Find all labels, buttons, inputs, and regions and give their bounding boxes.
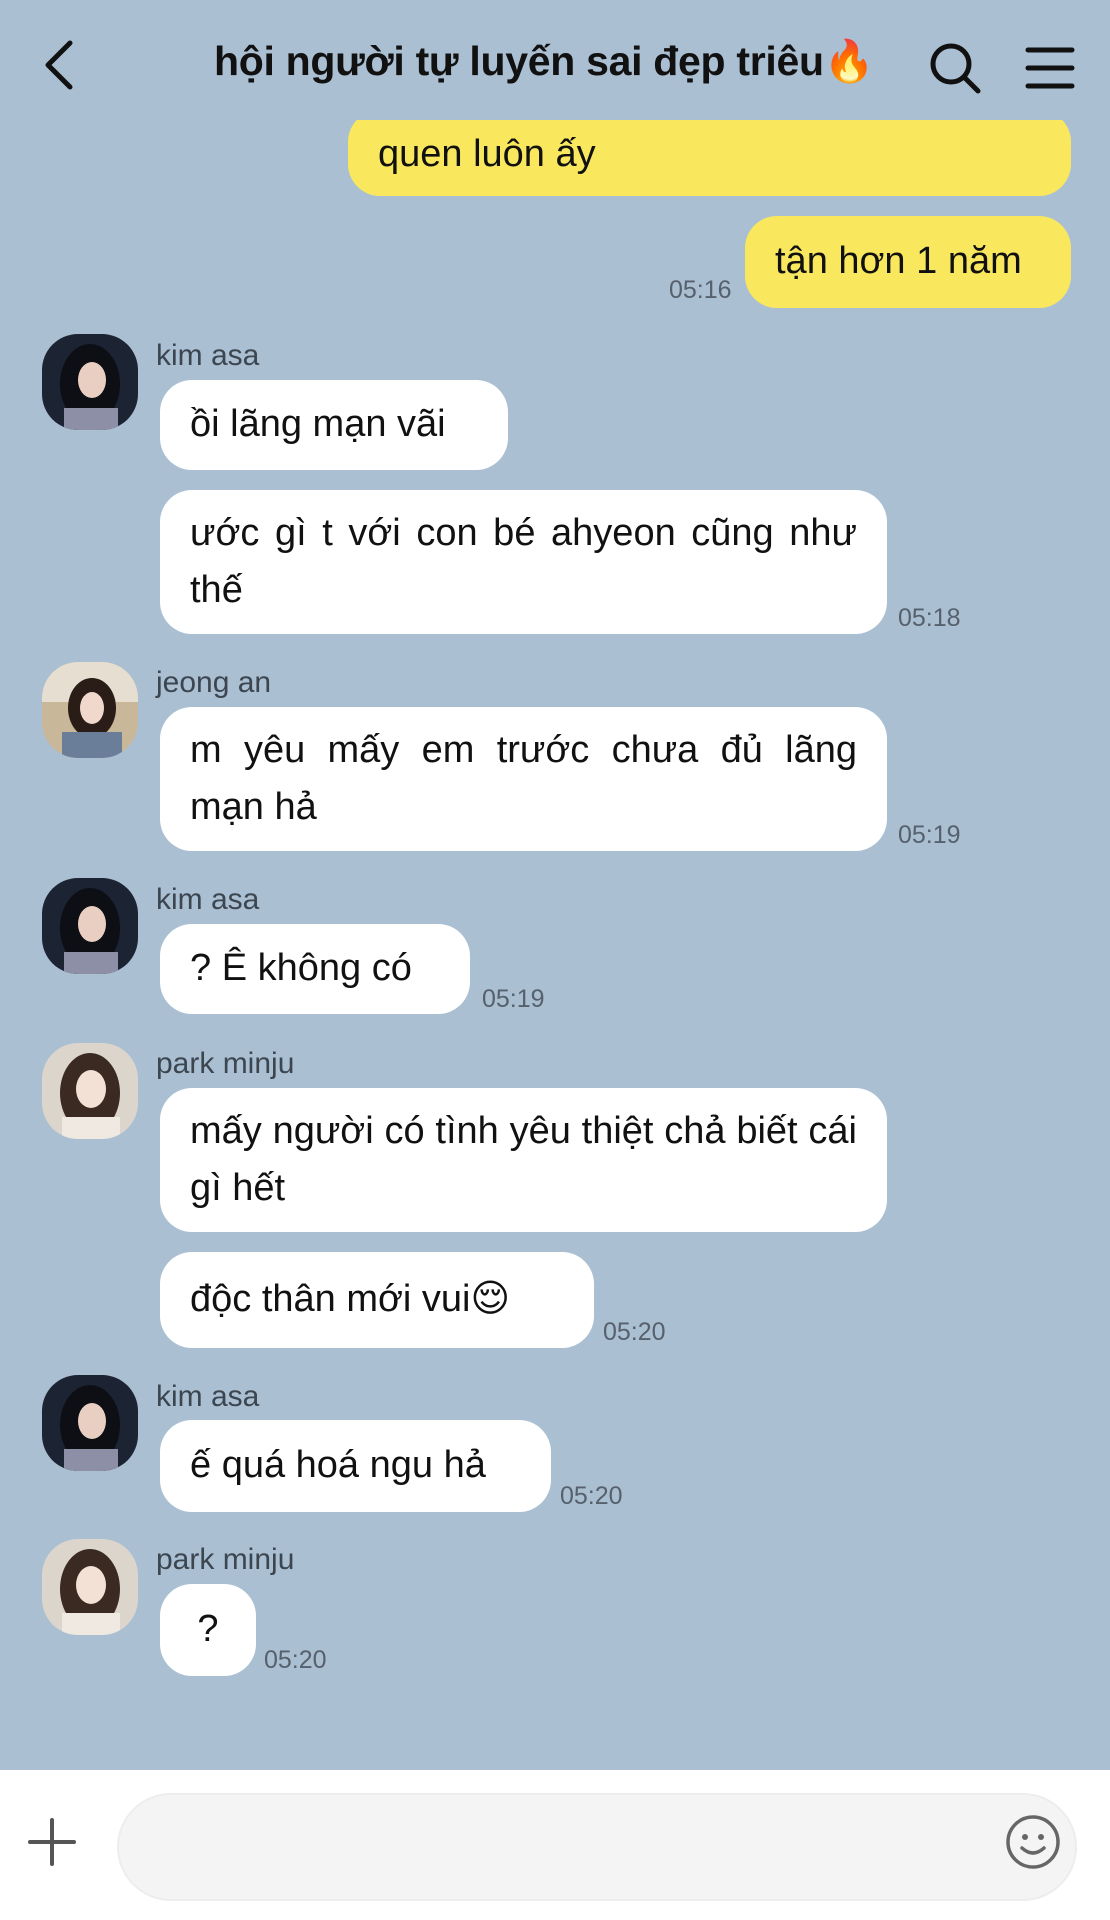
message-text: độc thân mới vui😌 <box>190 1278 511 1320</box>
message-text: ế quá hoá ngu hả <box>190 1444 486 1486</box>
menu-button[interactable] <box>1020 40 1080 96</box>
my-message-bubble[interactable]: tận hơn 1 năm <box>745 216 1071 308</box>
sender-name: kim asa <box>156 883 260 916</box>
smiley-icon <box>1006 1815 1060 1869</box>
chat-header: hội người tự luyến sai đẹp triêu🔥 <box>0 0 1110 120</box>
hamburger-menu-icon <box>1025 47 1075 89</box>
back-button[interactable] <box>30 30 90 100</box>
chat-title: hội người tự luyến sai đẹp triêu🔥 <box>214 38 875 84</box>
avatar[interactable] <box>42 662 138 758</box>
message-timestamp: 05:19 <box>898 821 961 849</box>
their-message-bubble[interactable]: ? Ê không có <box>160 924 470 1014</box>
message-timestamp: 05:20 <box>603 1318 666 1346</box>
message-text: ước gì t với con bé ahyeon cũng như thế <box>190 512 857 611</box>
message-timestamp: 05:16 <box>669 276 732 304</box>
message-text: ồi lãng mạn vãi <box>190 403 446 445</box>
message-text: ? Ê không có <box>190 947 412 989</box>
message-text: ? <box>197 1608 219 1650</box>
message-timestamp: 05:18 <box>898 604 961 632</box>
plus-icon <box>28 1818 76 1866</box>
message-text: quen luôn ấy <box>378 133 596 175</box>
my-message-bubble[interactable]: quen luôn ấy <box>348 110 1071 196</box>
chat-area[interactable]: hội người tự luyến sai đẹp triêu🔥 quen l… <box>0 0 1110 1770</box>
their-message-bubble[interactable]: ồi lãng mạn vãi <box>160 380 508 470</box>
avatar[interactable] <box>42 1375 138 1471</box>
message-timestamp: 05:19 <box>482 985 545 1013</box>
message-timestamp: 05:20 <box>264 1646 327 1674</box>
message-text: mấy người có tình yêu thiệt chả biết cái… <box>190 1110 857 1209</box>
message-input[interactable] <box>117 1793 1077 1901</box>
search-icon <box>930 43 981 94</box>
search-button[interactable] <box>925 38 985 98</box>
avatar[interactable] <box>42 1539 138 1635</box>
their-message-bubble[interactable]: độc thân mới vui😌 <box>160 1252 594 1348</box>
avatar[interactable] <box>42 1043 138 1139</box>
their-message-bubble[interactable]: ước gì t với con bé ahyeon cũng như thế <box>160 490 887 634</box>
emoji-button[interactable] <box>1004 1813 1062 1871</box>
sender-name: kim asa <box>156 339 260 372</box>
avatar[interactable] <box>42 878 138 974</box>
sender-name: park minju <box>156 1047 295 1080</box>
their-message-bubble[interactable]: ? <box>160 1584 256 1676</box>
avatar[interactable] <box>42 334 138 430</box>
sender-name: kim asa <box>156 1380 260 1413</box>
message-timestamp: 05:20 <box>560 1482 623 1510</box>
their-message-bubble[interactable]: mấy người có tình yêu thiệt chả biết cái… <box>160 1088 887 1232</box>
sender-name: park minju <box>156 1543 295 1576</box>
attach-button[interactable] <box>25 1815 79 1869</box>
sender-name: jeong an <box>156 666 272 699</box>
their-message-bubble[interactable]: m yêu mấy em trước chưa đủ lãng mạn hả <box>160 707 887 851</box>
message-text: tận hơn 1 năm <box>775 240 1022 282</box>
chevron-left-icon <box>45 40 73 90</box>
message-text: m yêu mấy em trước chưa đủ lãng mạn hả <box>190 729 857 828</box>
their-message-bubble[interactable]: ế quá hoá ngu hả <box>160 1420 551 1512</box>
